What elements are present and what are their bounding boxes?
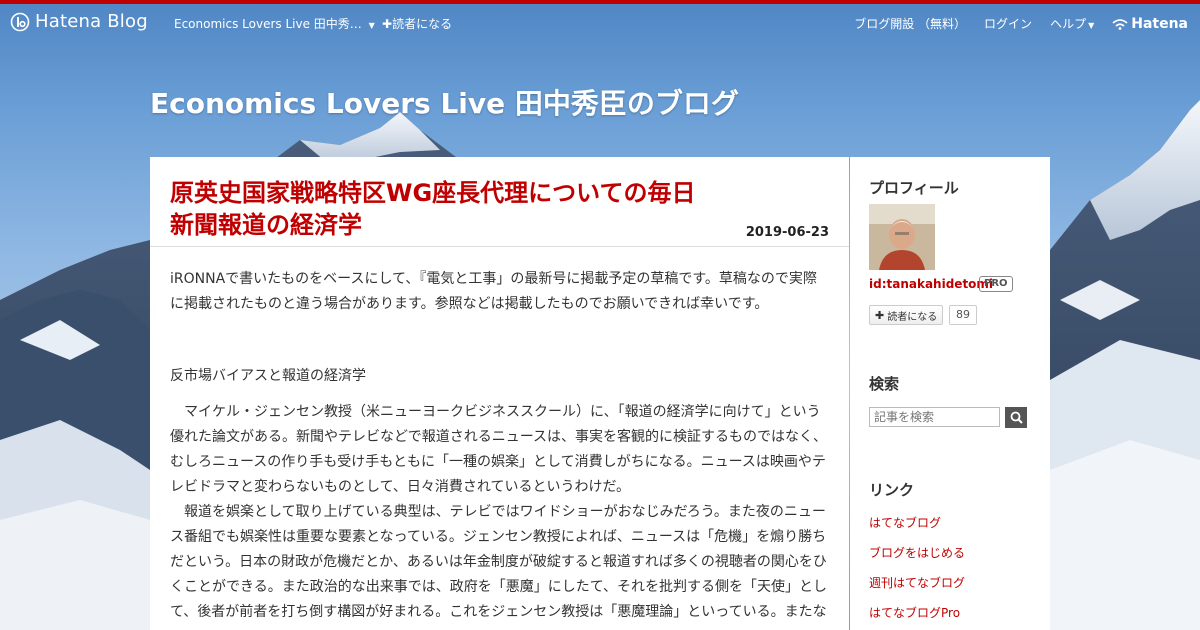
blog-title[interactable]: Economics Lovers Live 田中秀臣のブログ [150,82,739,122]
sidebar-link-hatena-blog[interactable]: はてなブログ [869,514,941,531]
start-blog-link[interactable]: ブログ開設 （無料） [854,15,966,32]
sidebar-link-start-blog[interactable]: ブログをはじめる [869,544,965,561]
sidebar-link-pro[interactable]: はてなブログPro [869,604,960,621]
search-heading: 検索 [869,375,900,393]
sidebar-link-weekly[interactable]: 週刊はてなブログ [869,574,965,591]
entry-paragraph: iRONNAで書いたものをベースにして、『電気と工事」の最新号に掲載予定の草稿で… [170,271,817,312]
help-label: ヘルプ [1050,17,1087,31]
plus-icon: ✚ [875,308,885,322]
profile-photo [869,204,935,270]
profile-heading: プロフィール [869,179,959,197]
profile-avatar[interactable] [869,204,935,270]
entry-paragraph: 報道を娯楽として取り上げている典型は、テレビではワイドショーがおなじみだろう。ま… [170,504,828,620]
sidebar-subscribe-label: 読者になる [887,311,938,323]
hatena-blog-logo[interactable]: Hatena Blog [10,11,148,32]
sidebar: プロフィール id:tanakahidetomi PRO ✚ 読者になる 89 検… [850,157,1050,630]
entry-title-line-1: 原英史国家戦略特区WG座長代理についての毎日 [170,179,696,207]
subscriber-count[interactable]: 89 [949,305,977,325]
entry-header: 原英史国家戦略特区WG座長代理についての毎日 新聞報道の経済学 2019-06-… [150,157,849,247]
search-button[interactable] [1005,407,1027,428]
header-subscribe-button[interactable]: ✚読者になる [382,15,452,32]
hatena-wifi-icon [1112,18,1128,30]
entry-title[interactable]: 原英史国家戦略特区WG座長代理についての毎日 新聞報道の経済学 [170,177,760,241]
global-header: Hatena Blog Economics Lovers Live 田中秀… ▼… [0,4,1200,41]
hatena-logo[interactable]: Hatena [1112,16,1188,32]
profile-id-link[interactable]: id:tanakahidetomi [869,277,993,291]
login-link[interactable]: ログイン [984,15,1032,32]
sidebar-subscribe-button[interactable]: ✚ 読者になる [869,305,944,325]
hatena-blog-icon [10,12,30,31]
entry-date[interactable]: 2019-06-23 [746,225,829,240]
header-subscribe-label: 読者になる [392,17,453,31]
pro-badge: PRO [979,276,1013,292]
entry-body: iRONNAで書いたものをベースにして、『電気と工事」の最新号に掲載予定の草稿で… [170,267,830,625]
links-heading: リンク [869,481,915,499]
chevron-down-icon: ▼ [1088,21,1095,30]
section-heading: 反市場バイアスと報道の経済学 [170,368,366,384]
header-right-menu: ブログ開設 （無料） ログイン ヘルプ ▼ Hatena [854,15,1188,32]
search-icon [1010,411,1023,424]
chevron-down-icon: ▼ [368,21,375,30]
entry-title-line-2: 新聞報道の経済学 [170,211,362,239]
blog-menu-label: Economics Lovers Live 田中秀… [174,17,362,31]
entry-paragraph: マイケル・ジェンセン教授（米ニューヨークビジネススクール）に、「報道の経済学に向… [170,404,828,495]
help-menu[interactable]: ヘルプ ▼ [1050,15,1094,32]
hatena-blog-logo-text: Hatena Blog [35,11,148,32]
search-input[interactable] [869,407,1000,427]
plus-icon: ✚ [382,17,393,31]
entry-card: 原英史国家戦略特区WG座長代理についての毎日 新聞報道の経済学 2019-06-… [150,157,849,630]
hatena-logo-text: Hatena [1131,15,1188,32]
blog-menu-dropdown[interactable]: Economics Lovers Live 田中秀… ▼ [174,15,375,32]
